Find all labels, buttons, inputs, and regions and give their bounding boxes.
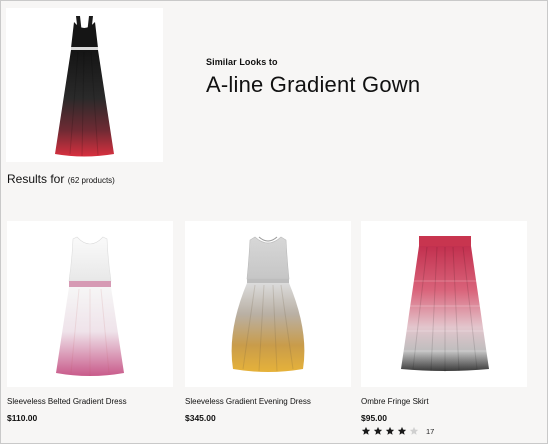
results-count: (62 products) — [67, 176, 115, 185]
gown-image — [55, 16, 114, 157]
results-summary: Results for (62 products) — [7, 172, 115, 186]
similar-looks-label: Similar Looks to — [206, 57, 278, 67]
product-name[interactable]: Sleeveless Gradient Evening Dress — [185, 397, 351, 407]
star-empty-icon — [409, 426, 419, 435]
page-title: A-line Gradient Gown — [206, 72, 421, 97]
product-price: $95.00 — [361, 413, 387, 423]
hero-gown-image — [6, 8, 163, 162]
product-name[interactable]: Sleeveless Belted Gradient Dress — [7, 397, 173, 407]
product-price: $110.00 — [7, 413, 38, 423]
product-card-2[interactable]: Sleeveless Gradient Evening Dress $345.0… — [185, 221, 351, 423]
dress-image — [231, 236, 305, 372]
product-image[interactable] — [361, 221, 527, 387]
star-filled-icon — [385, 426, 395, 435]
skirt-image — [401, 236, 489, 372]
product-name[interactable]: Ombre Fringe Skirt — [361, 397, 527, 407]
hero-heading: Similar Looks to A-line Gradient Gown — [206, 57, 526, 98]
star-filled-icon — [397, 426, 407, 435]
stars-container — [361, 426, 421, 436]
app-window: Similar Looks to A-line Gradient Gown Re… — [0, 0, 548, 444]
star-filled-icon — [373, 426, 383, 435]
product-image[interactable] — [7, 221, 173, 387]
product-card-3[interactable]: Ombre Fringe Skirt $95.00 17 — [361, 221, 527, 436]
dress-image — [56, 236, 124, 376]
star-filled-icon — [361, 426, 371, 435]
product-card-1[interactable]: Sleeveless Belted Gradient Dress $110.00 — [7, 221, 173, 423]
product-price: $345.00 — [185, 413, 216, 423]
results-label: Results for — [7, 172, 65, 186]
product-image[interactable] — [185, 221, 351, 387]
rating-count: 17 — [426, 426, 435, 436]
star-rating: 17 — [361, 426, 527, 436]
